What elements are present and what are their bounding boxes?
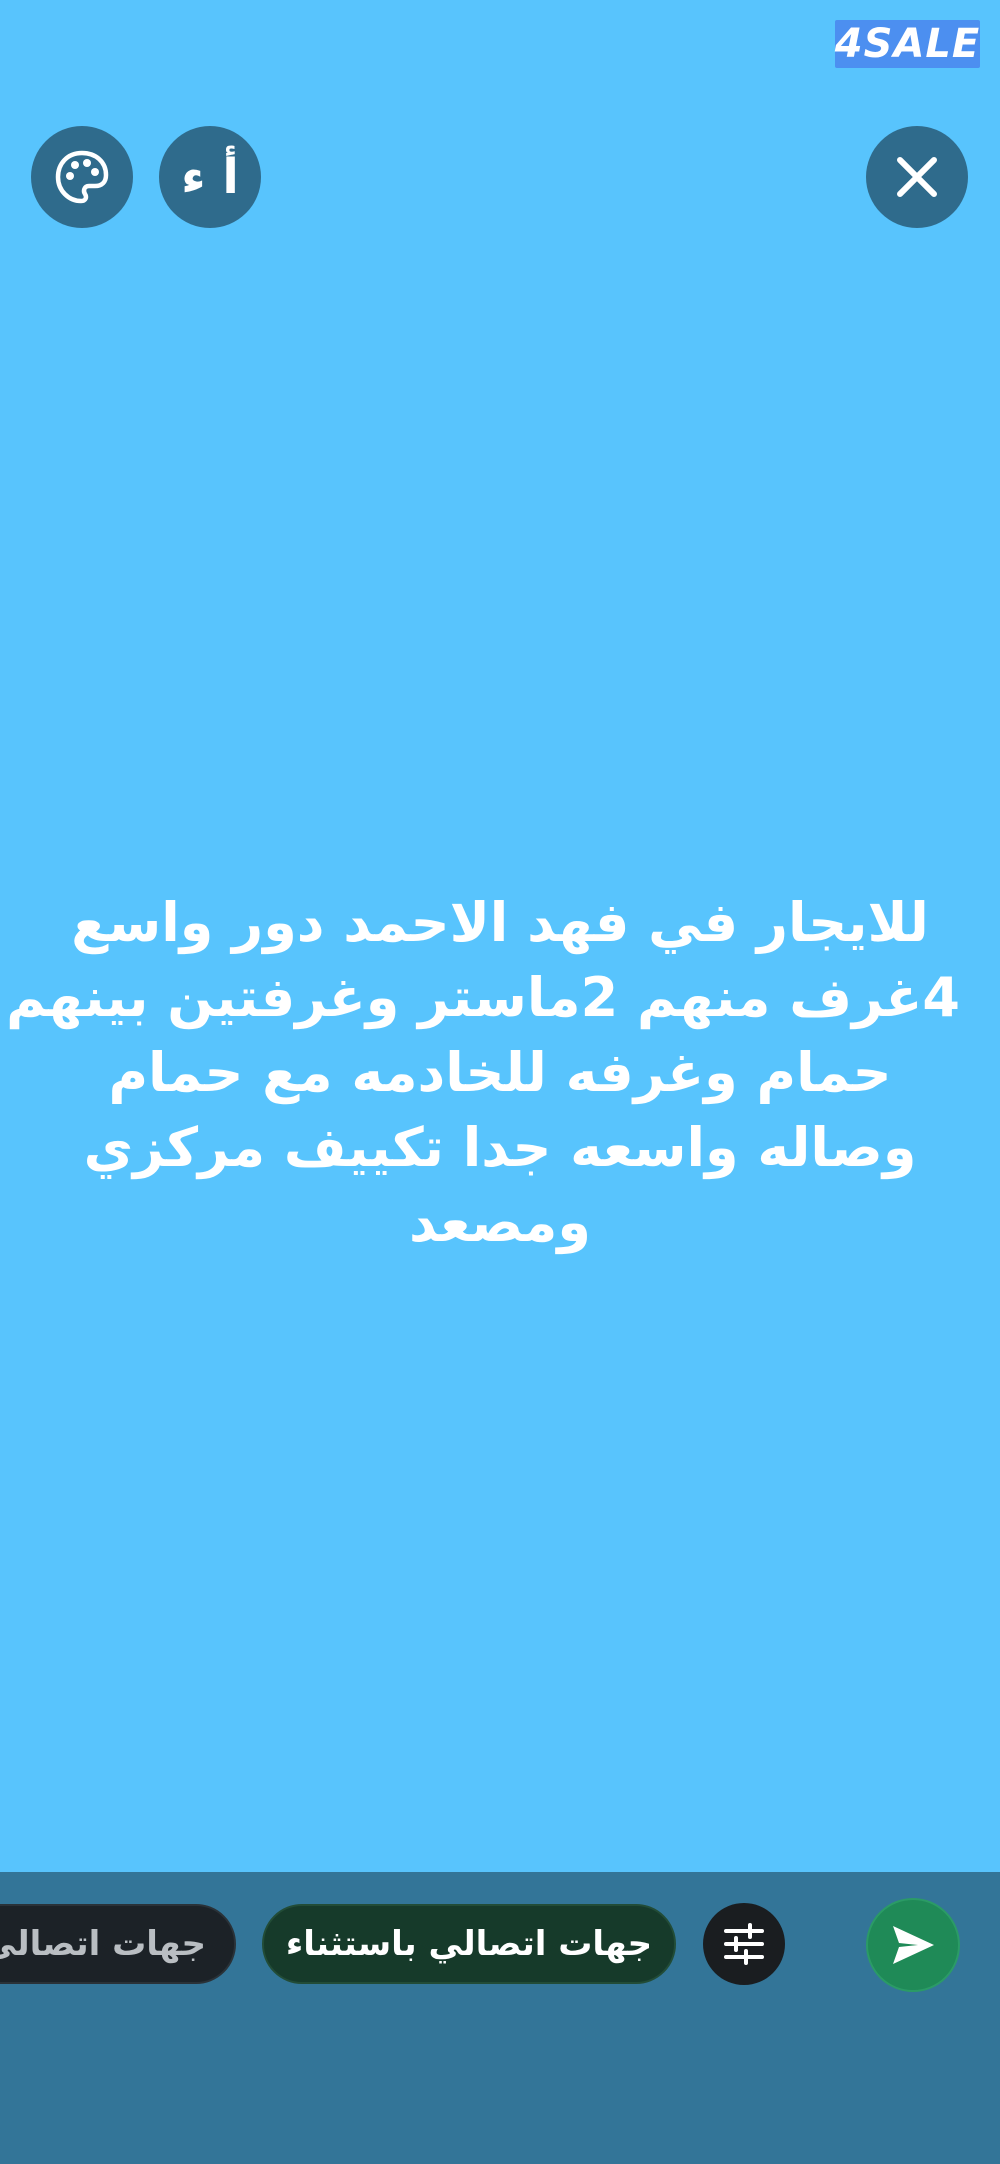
color-palette-button[interactable] bbox=[31, 126, 133, 228]
brand-watermark: 4SALE bbox=[835, 20, 980, 68]
sliders-icon bbox=[724, 1923, 764, 1965]
status-text[interactable]: للايجار في فهد الاحمد دور واسع 4غرف منهم… bbox=[6, 885, 960, 1260]
audience-settings-button[interactable] bbox=[703, 1903, 785, 1985]
privacy-chip-contacts[interactable]: جهات اتصالي bbox=[0, 1904, 236, 1984]
status-text-line: وصاله واسعه جدا تكييف مركزي bbox=[83, 1116, 917, 1179]
close-icon bbox=[897, 157, 937, 197]
send-icon bbox=[893, 1926, 934, 1964]
close-button[interactable] bbox=[866, 126, 968, 228]
status-text-line: حمام وغرفه للخادمه مع حمام bbox=[108, 1041, 892, 1104]
status-text-line: 4غرف منهم 2ماستر وغرفتين بينهم bbox=[6, 966, 960, 1029]
send-button[interactable] bbox=[866, 1898, 960, 1992]
watermark-text: 4SALE bbox=[834, 21, 981, 67]
privacy-chip-contacts-except[interactable]: جهات اتصالي باستثناء bbox=[262, 1904, 676, 1984]
status-text-line: للايجار في فهد الاحمد دور واسع bbox=[71, 891, 929, 954]
palette-icon bbox=[55, 150, 109, 204]
privacy-chip-label: جهات اتصالي باستثناء bbox=[285, 1924, 653, 1964]
font-style-label: أ ء bbox=[181, 149, 239, 205]
status-text-line: ومصعد bbox=[409, 1191, 591, 1254]
privacy-chip-label: جهات اتصالي bbox=[0, 1924, 206, 1964]
font-style-button[interactable]: أ ء bbox=[159, 126, 261, 228]
